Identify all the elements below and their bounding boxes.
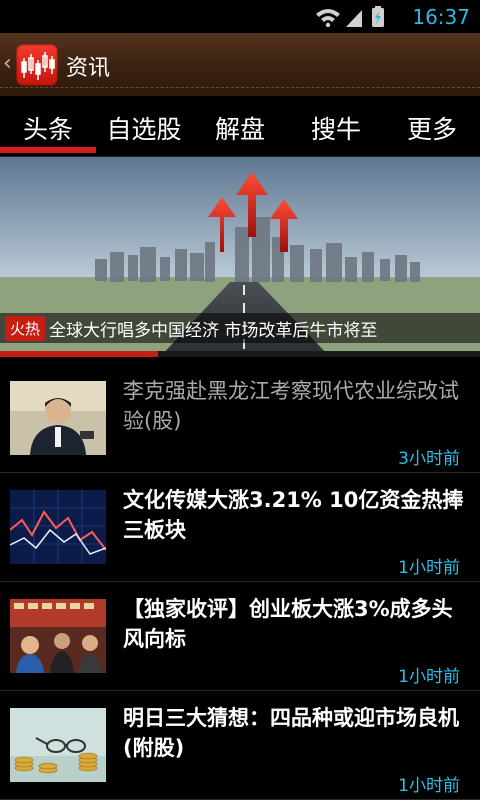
news-time: 1小时前: [398, 667, 460, 687]
news-thumbnail: [10, 599, 106, 673]
banner-caption: 火热 全球大行唱多中国经济 市场改革后牛市将至: [0, 313, 480, 343]
news-item[interactable]: 【独家收评】创业板大涨3%成多头风向标 1小时前: [0, 582, 480, 691]
news-thumbnail: [10, 708, 106, 782]
news-time: 3小时前: [398, 449, 460, 469]
news-title: 明日三大猜想：四品种或迎市场良机(附股): [123, 706, 459, 760]
active-tab-indicator: [0, 147, 96, 153]
tab-more[interactable]: 更多: [384, 110, 480, 146]
app-logo-candlestick-icon[interactable]: [16, 44, 58, 86]
banner-progress-track: [0, 351, 480, 357]
news-item[interactable]: 李克强赴黑龙江考察现代农业综改试验(股) 3小时前: [0, 364, 480, 473]
status-bar: 16:37: [0, 0, 480, 33]
battery-icon: [372, 6, 384, 27]
signal-icon: [346, 10, 362, 27]
clock: 16:37: [412, 5, 470, 29]
hot-badge: 火热: [5, 315, 46, 341]
news-time: 1小时前: [398, 776, 460, 796]
news-item[interactable]: 文化传媒大涨3.21% 10亿资金热捧三板块 1小时前: [0, 473, 480, 582]
banner-progress: [0, 351, 159, 357]
app-bar-stitching: [0, 87, 480, 88]
status-icons: [316, 6, 384, 28]
news-thumbnail: [10, 381, 106, 455]
tab-analysis[interactable]: 解盘: [192, 110, 288, 146]
app-title: 资讯: [66, 56, 111, 81]
news-title: 李克强赴黑龙江考察现代农业综改试验(股): [123, 379, 459, 433]
app-bar: ‹ 资讯: [0, 33, 480, 97]
news-item[interactable]: 明日三大猜想：四品种或迎市场良机(附股) 1小时前: [0, 691, 480, 800]
news-thumbnail: [10, 490, 106, 564]
news-title: 文化传媒大涨3.21% 10亿资金热捧三板块: [123, 488, 464, 542]
tab-watchlist[interactable]: 自选股: [96, 110, 192, 146]
news-time: 1小时前: [398, 558, 460, 578]
back-chevron-icon[interactable]: ‹: [3, 51, 12, 76]
banner-headline: 全球大行唱多中国经济 市场改革后牛市将至: [49, 320, 378, 341]
headline-banner[interactable]: 火热 全球大行唱多中国经济 市场改革后牛市将至: [0, 157, 480, 357]
tab-search[interactable]: 搜牛: [288, 110, 384, 146]
news-title: 【独家收评】创业板大涨3%成多头风向标: [123, 597, 453, 651]
wifi-icon: [316, 9, 340, 28]
tab-headlines[interactable]: 头条: [0, 110, 96, 146]
